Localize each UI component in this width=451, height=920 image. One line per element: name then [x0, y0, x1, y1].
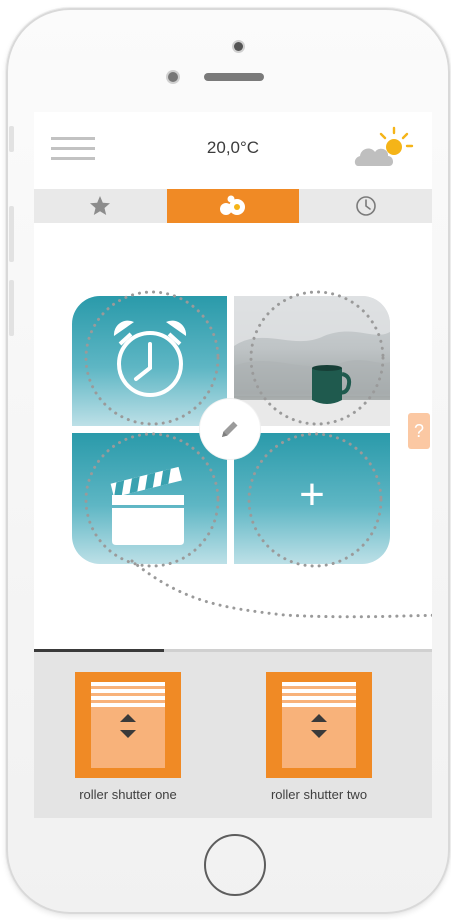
front-camera: [234, 42, 243, 51]
device-label: roller shutter one: [79, 787, 177, 802]
earpiece-speaker: [204, 73, 264, 81]
alarm-clock-icon: [113, 320, 187, 397]
volume-down-button: [9, 280, 14, 336]
partly-cloudy-sun-icon: [354, 126, 414, 166]
device-panel: roller shutter one roller shutter two: [34, 649, 432, 818]
tab-bar: [34, 189, 432, 223]
clock-icon: [355, 196, 376, 216]
roller-shutter-icon: [75, 672, 181, 778]
scene-tile-morning[interactable]: [234, 296, 390, 426]
device-roller-shutter-one[interactable]: roller shutter one: [58, 672, 198, 802]
tab-timers[interactable]: [299, 189, 432, 223]
app-screen: 20,0°C + ? roller shutter one roller shu…: [34, 112, 432, 818]
device-roller-shutter-two[interactable]: roller shutter two: [249, 672, 389, 802]
page-indicator: [34, 649, 432, 652]
tab-scenes[interactable]: [166, 189, 300, 223]
page-indicator-active: [34, 649, 164, 652]
tab-favorites[interactable]: [34, 189, 167, 223]
pencil-icon: [222, 421, 238, 437]
scene-group-icon: [220, 195, 245, 215]
scene-tile-alarm[interactable]: [72, 296, 227, 426]
plus-icon: +: [299, 470, 325, 519]
proximity-sensor: [168, 72, 178, 82]
home-button[interactable]: [204, 834, 266, 896]
coffee-cup-photo: [234, 296, 390, 426]
mute-switch: [9, 126, 14, 152]
clapperboard-icon: [110, 466, 184, 545]
roller-shutter-icon: [266, 672, 372, 778]
top-bar: 20,0°C: [34, 112, 432, 186]
volume-up-button: [9, 206, 14, 262]
scene-tile-movie[interactable]: [72, 433, 227, 564]
scene-area: + ?: [34, 223, 432, 649]
scene-tile-add[interactable]: +: [234, 433, 390, 564]
help-button[interactable]: ?: [408, 413, 430, 449]
star-icon: [90, 196, 111, 215]
device-label: roller shutter two: [270, 787, 368, 802]
edit-button[interactable]: [200, 399, 260, 459]
